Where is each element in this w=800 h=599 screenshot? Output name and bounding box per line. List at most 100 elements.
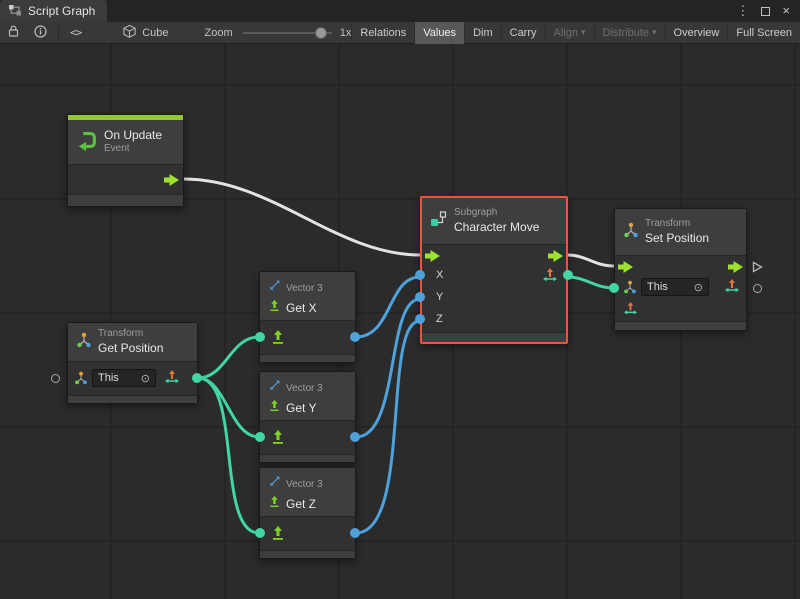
- node-footer: [615, 321, 746, 330]
- wire-onupdate-to-charactermove: [184, 179, 420, 255]
- node-subtitle: Vector 3: [286, 383, 323, 394]
- wire-charactermove-to-setposition-value: [568, 277, 614, 288]
- target-picker-icon[interactable]: ⊙: [141, 372, 150, 385]
- port-vector3-input[interactable]: [255, 432, 265, 442]
- wire-gety-to-y: [356, 299, 420, 437]
- get-component-icon: [268, 399, 281, 417]
- code-view-button[interactable]: <>: [63, 22, 88, 44]
- port-x-output[interactable]: [350, 332, 360, 342]
- node-character-move[interactable]: Subgraph Character Move X Y Z: [420, 196, 568, 344]
- node-get-position[interactable]: Transform Get Position This ⊙: [67, 322, 198, 404]
- code-icon: <>: [70, 26, 81, 39]
- tab-title: Script Graph: [28, 4, 95, 18]
- node-subtitle: Transform: [98, 328, 163, 341]
- node-subtitle: Event: [104, 143, 162, 156]
- node-footer: [260, 550, 355, 558]
- port-control-output[interactable]: [728, 260, 743, 278]
- port-control-output[interactable]: [548, 249, 563, 267]
- node-footer: [68, 395, 197, 403]
- port-control-output-unconnected[interactable]: [752, 260, 763, 278]
- port-position-output[interactable]: [192, 373, 202, 383]
- graph-target[interactable]: Cube: [122, 24, 168, 42]
- zoom-value: 1x: [340, 27, 352, 39]
- port-z-input[interactable]: [415, 314, 425, 324]
- toolbar-button-carry[interactable]: Carry: [501, 22, 545, 44]
- position-icon: [542, 268, 558, 289]
- zoom-slider[interactable]: [243, 22, 332, 44]
- node-on-update[interactable]: On Update Event: [67, 114, 184, 207]
- menu-dots-icon[interactable]: ⋮: [736, 0, 749, 22]
- vector3-icon: [268, 379, 281, 397]
- port-this-input[interactable]: [51, 374, 60, 383]
- toolbar-separator: [58, 26, 59, 40]
- toolbar-button-dim[interactable]: Dim: [464, 22, 501, 44]
- vector3-icon: [268, 475, 281, 493]
- transform-icon: [623, 222, 639, 243]
- port-vector3-input[interactable]: [255, 528, 265, 538]
- get-component-icon: [268, 495, 281, 513]
- tab-script-graph[interactable]: Script Graph: [0, 0, 107, 22]
- port-position-output[interactable]: [563, 270, 573, 280]
- port-transform-output-unconnected[interactable]: [753, 284, 762, 293]
- wire-getposition-to-getz: [198, 378, 259, 533]
- node-title: Get X: [286, 301, 317, 315]
- info-icon: [34, 25, 47, 41]
- node-footer: [68, 194, 183, 206]
- node-title: Get Z: [286, 497, 316, 511]
- node-title: Get Y: [286, 401, 316, 415]
- get-component-icon: [268, 299, 281, 317]
- zoom-slider-handle[interactable]: [315, 27, 327, 39]
- node-get-y[interactable]: Vector 3 Get Y: [259, 371, 356, 463]
- node-title: On Update: [104, 128, 162, 143]
- node-title: Set Position: [645, 231, 709, 246]
- port-z-output[interactable]: [350, 528, 360, 538]
- port-z-label: Z: [436, 313, 443, 325]
- port-control-input[interactable]: [425, 249, 440, 267]
- target-picker-icon[interactable]: ⊙: [694, 281, 703, 294]
- node-footer: [422, 332, 566, 342]
- toolbar-button-fullscreen[interactable]: Full Screen: [727, 22, 800, 44]
- port-value-input[interactable]: [609, 283, 619, 293]
- port-control-output[interactable]: [164, 173, 179, 191]
- wire-charactermove-to-setposition: [568, 255, 614, 266]
- on-update-loop-icon: [76, 129, 98, 156]
- toolbar-button-relations[interactable]: Relations: [351, 22, 414, 44]
- subgraph-icon: [430, 210, 448, 233]
- info-button[interactable]: [27, 22, 54, 44]
- toolbar-button-overview[interactable]: Overview: [665, 22, 728, 44]
- script-graph-window: Script Graph ⋮ ×: [0, 0, 800, 599]
- port-control-input[interactable]: [618, 260, 633, 278]
- cube-icon: [122, 24, 137, 42]
- toolbar-button-distribute[interactable]: Distribute ▾: [594, 22, 665, 44]
- this-field[interactable]: This ⊙: [641, 278, 709, 296]
- get-component-icon: [270, 329, 286, 350]
- position-icon: [164, 370, 180, 391]
- this-field[interactable]: This ⊙: [92, 369, 156, 387]
- node-subtitle: Vector 3: [286, 283, 323, 294]
- lock-button[interactable]: [0, 22, 27, 44]
- node-set-position[interactable]: Transform Set Position This: [614, 208, 747, 331]
- port-y-output[interactable]: [350, 432, 360, 442]
- node-subtitle: Transform: [645, 218, 709, 231]
- port-vector3-input[interactable]: [255, 332, 265, 342]
- node-get-z[interactable]: Vector 3 Get Z: [259, 467, 356, 559]
- chevron-down-icon: ▾: [652, 27, 657, 38]
- zoom-label: Zoom: [205, 27, 233, 39]
- node-title: Character Move: [454, 220, 539, 235]
- close-icon[interactable]: ×: [782, 0, 790, 22]
- tab-bar: Script Graph ⋮ ×: [0, 0, 800, 22]
- get-component-icon: [270, 429, 286, 450]
- target-label: Cube: [142, 27, 168, 39]
- graph-canvas[interactable]: On Update Event: [0, 44, 800, 599]
- maximize-icon[interactable]: [761, 7, 770, 16]
- toolbar-button-align[interactable]: Align ▾: [545, 22, 594, 44]
- window-controls: ⋮ ×: [736, 0, 800, 22]
- wire-getz-to-z: [356, 321, 420, 533]
- port-y-input[interactable]: [415, 292, 425, 302]
- node-get-x[interactable]: Vector 3 Get X: [259, 271, 356, 363]
- transform-icon: [74, 371, 88, 390]
- toolbar-button-values[interactable]: Values: [414, 22, 464, 44]
- node-subtitle: Subgraph: [454, 207, 539, 220]
- toolbar-buttons: Relations Values Dim Carry Align ▾ Distr…: [351, 22, 800, 44]
- port-x-input[interactable]: [415, 270, 425, 280]
